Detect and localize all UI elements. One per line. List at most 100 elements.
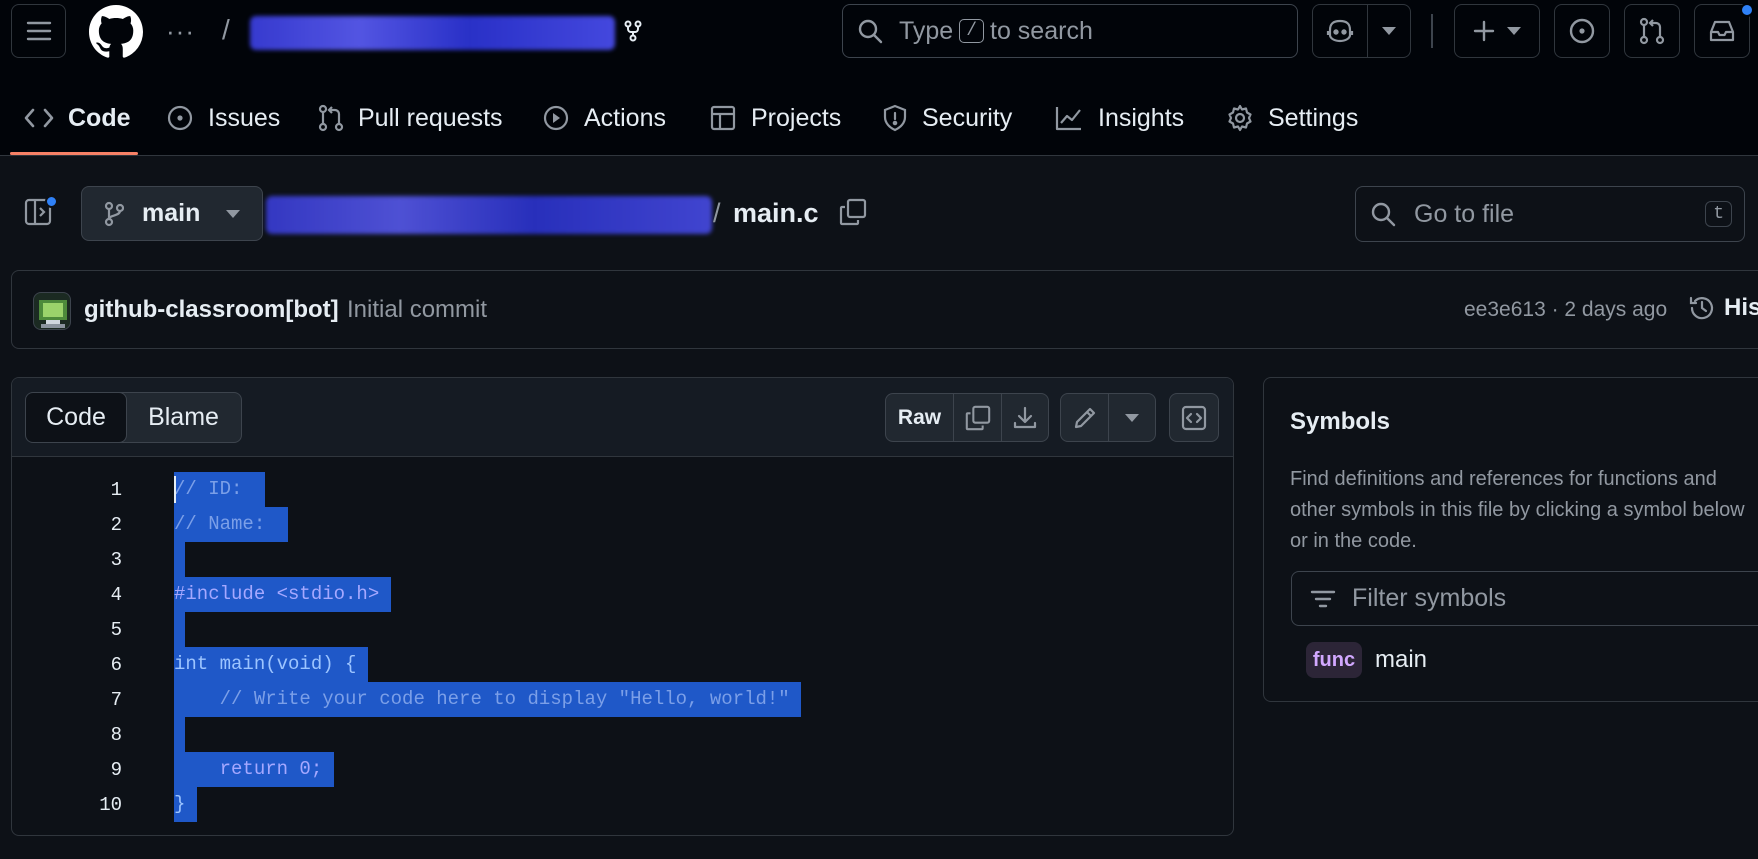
- commit-message[interactable]: Initial commit: [347, 296, 487, 324]
- search-icon: [858, 19, 883, 44]
- tab-security[interactable]: Security: [882, 96, 1012, 140]
- code-line[interactable]: [174, 542, 186, 577]
- redacted-repo-name[interactable]: [250, 16, 615, 50]
- play-icon: [543, 105, 569, 131]
- go-to-file-shortcut: t: [1705, 201, 1732, 227]
- code-line[interactable]: return 0;: [174, 752, 334, 787]
- history-label: Hist: [1724, 294, 1758, 321]
- download-button[interactable]: [1002, 394, 1048, 441]
- copy-icon: [839, 198, 867, 226]
- search-placeholder-prefix: Type: [899, 16, 954, 45]
- code-line[interactable]: // Write your code here to display "Hell…: [174, 682, 802, 717]
- tab-label: Pull requests: [358, 103, 503, 132]
- symbol-kind-badge: func: [1306, 642, 1362, 678]
- breadcrumb-overflow-button[interactable]: ···: [166, 16, 195, 47]
- tab-projects[interactable]: Projects: [709, 96, 841, 140]
- code-line[interactable]: [174, 612, 186, 647]
- code-square-icon: [1181, 405, 1207, 430]
- branch-name: main: [142, 199, 201, 227]
- code-line[interactable]: // ID:: [174, 472, 266, 507]
- line-number[interactable]: 6: [42, 654, 122, 676]
- view-mode-toggle: Code Blame: [25, 392, 242, 443]
- tab-insights[interactable]: Insights: [1054, 96, 1184, 140]
- tab-actions[interactable]: Actions: [542, 96, 666, 140]
- tab-issues[interactable]: Issues: [166, 96, 280, 140]
- symbols-description: Find definitions and references for func…: [1290, 464, 1745, 557]
- code-line[interactable]: int main(void) {: [174, 647, 368, 682]
- tab-settings[interactable]: Settings: [1226, 96, 1358, 140]
- tab-label: Projects: [751, 103, 842, 132]
- commit-sha-time[interactable]: ee3e613 · 2 days ago: [1464, 298, 1667, 322]
- tab-label: Insights: [1098, 103, 1185, 132]
- tab-label: Security: [922, 103, 1013, 132]
- commit-author[interactable]: github-classroom[bot]: [84, 296, 339, 324]
- code-line[interactable]: // Name:: [174, 507, 289, 542]
- history-button[interactable]: Hist: [1688, 294, 1758, 322]
- code-line[interactable]: }: [174, 787, 197, 822]
- code-line[interactable]: [174, 717, 186, 752]
- redacted-path[interactable]: [266, 196, 712, 234]
- line-number[interactable]: 1: [42, 479, 122, 501]
- header-divider: [1431, 14, 1433, 48]
- code-square-button[interactable]: [1170, 394, 1218, 441]
- symbol-name[interactable]: main: [1375, 646, 1427, 674]
- line-number[interactable]: 3: [42, 549, 122, 571]
- edit-dropdown-button[interactable]: [1109, 394, 1155, 441]
- create-new-button[interactable]: [1454, 4, 1540, 58]
- triangle-down-icon: [1507, 27, 1521, 35]
- go-to-file-input[interactable]: Go to file t: [1355, 186, 1745, 242]
- copy-path-button[interactable]: [838, 197, 868, 227]
- issues-shortcut-button[interactable]: [1554, 4, 1610, 58]
- github-logo-icon[interactable]: [89, 5, 143, 59]
- path-separator: /: [713, 198, 721, 228]
- line-number[interactable]: 8: [42, 724, 122, 746]
- copy-icon: [965, 405, 990, 430]
- git-branch-icon: [104, 201, 124, 226]
- line-number[interactable]: 9: [42, 759, 122, 781]
- tab-code-view[interactable]: Code: [26, 393, 127, 442]
- repo-fork-icon: [624, 20, 642, 42]
- tab-code[interactable]: Code: [24, 96, 131, 140]
- gear-icon: [1228, 104, 1252, 132]
- line-number[interactable]: 2: [42, 514, 122, 536]
- filter-symbols-input[interactable]: Filter symbols: [1291, 571, 1758, 626]
- code-line[interactable]: #include <stdio.h>: [174, 577, 391, 612]
- line-number[interactable]: 10: [42, 794, 122, 816]
- shield-icon: [883, 104, 907, 132]
- issue-opened-icon: [1569, 18, 1595, 44]
- line-number[interactable]: 4: [42, 584, 122, 606]
- tab-pull-requests[interactable]: Pull requests: [318, 96, 503, 140]
- raw-button[interactable]: Raw: [886, 394, 954, 441]
- unread-indicator-dot: [45, 195, 58, 208]
- file-name: main.c: [733, 198, 819, 228]
- line-number[interactable]: 5: [42, 619, 122, 641]
- tab-label: Issues: [208, 103, 281, 132]
- copilot-button[interactable]: [1312, 4, 1368, 58]
- global-search-input[interactable]: Type / to search: [842, 4, 1298, 58]
- avatar[interactable]: [33, 292, 71, 330]
- breadcrumb-separator: /: [222, 14, 230, 45]
- issue-opened-icon: [167, 105, 193, 131]
- history-icon: [1689, 296, 1714, 320]
- filter-placeholder: Filter symbols: [1352, 584, 1507, 612]
- graph-icon: [1055, 107, 1081, 131]
- tab-label: Actions: [584, 103, 666, 132]
- copilot-dropdown-button[interactable]: [1367, 4, 1411, 58]
- edit-file-button[interactable]: [1061, 394, 1109, 441]
- copy-raw-button[interactable]: [954, 394, 1002, 441]
- tab-blame-view[interactable]: Blame: [126, 393, 241, 442]
- triangle-down-icon: [226, 209, 241, 218]
- line-number[interactable]: 7: [42, 689, 122, 711]
- hamburger-icon: [26, 21, 51, 41]
- git-pull-request-icon: [318, 104, 344, 132]
- branch-select-button[interactable]: main: [81, 186, 263, 241]
- description-line: other symbols in this file by clicking a…: [1290, 499, 1745, 521]
- pull-requests-shortcut-button[interactable]: [1624, 4, 1680, 58]
- menu-button[interactable]: [11, 4, 66, 58]
- notification-dot: [1740, 3, 1754, 17]
- inbox-icon: [1709, 20, 1735, 42]
- triangle-down-icon: [1382, 27, 1396, 35]
- tab-label: Code: [68, 103, 131, 132]
- symbols-panel-toggle[interactable]: [1169, 393, 1219, 442]
- filter-icon: [1310, 590, 1336, 607]
